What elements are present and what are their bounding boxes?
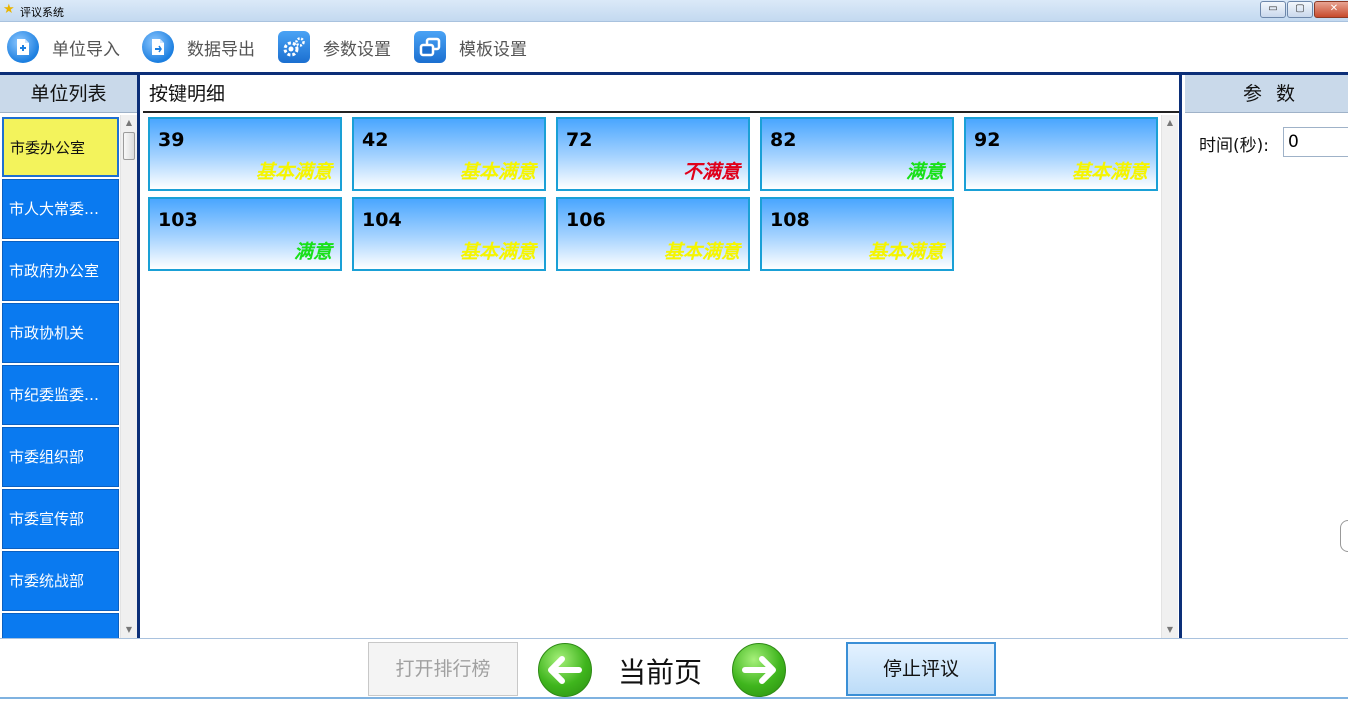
card-rating: 满意 bbox=[905, 161, 944, 183]
template-window-icon bbox=[413, 30, 447, 64]
unit-list-header: 单位列表 bbox=[0, 75, 137, 113]
card-rating: 基本满意 bbox=[255, 161, 332, 183]
unit-item-partial[interactable] bbox=[2, 613, 119, 638]
key-detail-panel: 按键明细 39 基本满意 42 基本满意 72 不满意 82 满意 92 基本满… bbox=[143, 75, 1182, 638]
card-rating: 基本满意 bbox=[1071, 161, 1148, 183]
open-ranking-button[interactable]: 打开排行榜 bbox=[368, 642, 518, 696]
vote-card[interactable]: 104 基本满意 bbox=[352, 197, 546, 271]
unit-list-panel: 单位列表 市委办公室 市人大常委… 市政府办公室 市政协机关 市纪委监委… 市委… bbox=[0, 75, 140, 638]
unit-list-scrollbar[interactable]: ▲ ▼ bbox=[120, 115, 137, 638]
card-rating: 基本满意 bbox=[867, 241, 944, 263]
card-rating: 基本满意 bbox=[663, 241, 740, 263]
vote-card[interactable]: 39 基本满意 bbox=[148, 117, 342, 191]
unit-item[interactable]: 市人大常委… bbox=[2, 179, 119, 239]
current-page-label: 当前页 bbox=[618, 656, 703, 689]
gears-icon bbox=[277, 30, 311, 64]
card-number: 106 bbox=[566, 209, 606, 231]
scroll-thumb[interactable] bbox=[123, 132, 135, 160]
vote-card[interactable]: 82 满意 bbox=[760, 117, 954, 191]
unit-item[interactable]: 市委办公室 bbox=[2, 117, 119, 177]
card-grid-scrollbar[interactable]: ▲ ▼ bbox=[1161, 115, 1178, 638]
vote-card[interactable]: 106 基本满意 bbox=[556, 197, 750, 271]
card-number: 104 bbox=[362, 209, 402, 231]
card-rating: 基本满意 bbox=[459, 241, 536, 263]
card-number: 42 bbox=[362, 129, 389, 151]
vote-card-grid: 39 基本满意 42 基本满意 72 不满意 82 满意 92 基本满意 103… bbox=[143, 115, 1161, 638]
time-seconds-label: 时间(秒): bbox=[1199, 136, 1269, 156]
import-document-icon bbox=[6, 30, 40, 64]
side-expand-handle[interactable] bbox=[1340, 520, 1348, 552]
card-rating: 基本满意 bbox=[459, 161, 536, 183]
card-number: 92 bbox=[974, 129, 1001, 151]
parameter-settings-button[interactable]: 参数设置 bbox=[277, 29, 391, 65]
vote-card[interactable]: 92 基本满意 bbox=[964, 117, 1158, 191]
title-bar: ★ 评议系统 ▭ ▢ ✕ bbox=[0, 0, 1348, 22]
parameter-header: 参数 bbox=[1185, 75, 1348, 113]
card-rating: 满意 bbox=[293, 241, 332, 263]
data-export-label: 数据导出 bbox=[187, 39, 255, 60]
unit-item[interactable]: 市委宣传部 bbox=[2, 489, 119, 549]
arrow-right-icon[interactable] bbox=[732, 643, 786, 697]
unit-import-button[interactable]: 单位导入 bbox=[6, 29, 120, 65]
card-number: 103 bbox=[158, 209, 198, 231]
scroll-down-icon[interactable]: ▼ bbox=[121, 622, 137, 638]
time-seconds-input[interactable]: 0 bbox=[1283, 127, 1348, 157]
bottom-bar: 打开排行榜 当前页 停止评议 bbox=[0, 638, 1348, 702]
unit-import-label: 单位导入 bbox=[52, 39, 120, 60]
vote-card[interactable]: 103 满意 bbox=[148, 197, 342, 271]
unit-list: 市委办公室 市人大常委… 市政府办公室 市政协机关 市纪委监委… 市委组织部 市… bbox=[0, 115, 121, 638]
unit-item[interactable]: 市政协机关 bbox=[2, 303, 119, 363]
key-detail-header: 按键明细 bbox=[143, 75, 1179, 113]
maximize-button[interactable]: ▢ bbox=[1287, 1, 1313, 18]
vote-card[interactable]: 72 不满意 bbox=[556, 117, 750, 191]
unit-item[interactable]: 市委统战部 bbox=[2, 551, 119, 611]
data-export-button[interactable]: 数据导出 bbox=[141, 29, 255, 65]
close-button[interactable]: ✕ bbox=[1314, 1, 1348, 18]
minimize-button[interactable]: ▭ bbox=[1260, 1, 1286, 18]
unit-item[interactable]: 市纪委监委… bbox=[2, 365, 119, 425]
unit-item[interactable]: 市政府办公室 bbox=[2, 241, 119, 301]
card-number: 72 bbox=[566, 129, 593, 151]
template-settings-button[interactable]: 模板设置 bbox=[413, 29, 527, 65]
parameter-settings-label: 参数设置 bbox=[323, 39, 391, 60]
arrow-left-icon[interactable] bbox=[538, 643, 592, 697]
scroll-up-icon[interactable]: ▲ bbox=[121, 115, 137, 131]
scroll-up-icon[interactable]: ▲ bbox=[1162, 115, 1178, 131]
card-number: 108 bbox=[770, 209, 810, 231]
window-title: 评议系统 bbox=[20, 6, 64, 19]
star-app-icon: ★ bbox=[3, 2, 15, 17]
vote-card[interactable]: 108 基本满意 bbox=[760, 197, 954, 271]
unit-item[interactable]: 市委组织部 bbox=[2, 427, 119, 487]
parameter-panel: 参数 时间(秒): 0 bbox=[1185, 75, 1348, 638]
export-document-icon bbox=[141, 30, 175, 64]
toolbar: 单位导入 数据导出 参数设置 模板设置 bbox=[0, 23, 1348, 71]
card-rating: 不满意 bbox=[682, 161, 740, 183]
card-number: 82 bbox=[770, 129, 797, 151]
scroll-down-icon[interactable]: ▼ bbox=[1162, 622, 1178, 638]
stop-evaluation-button[interactable]: 停止评议 bbox=[846, 642, 996, 696]
card-number: 39 bbox=[158, 129, 185, 151]
template-settings-label: 模板设置 bbox=[459, 39, 527, 60]
vote-card[interactable]: 42 基本满意 bbox=[352, 117, 546, 191]
